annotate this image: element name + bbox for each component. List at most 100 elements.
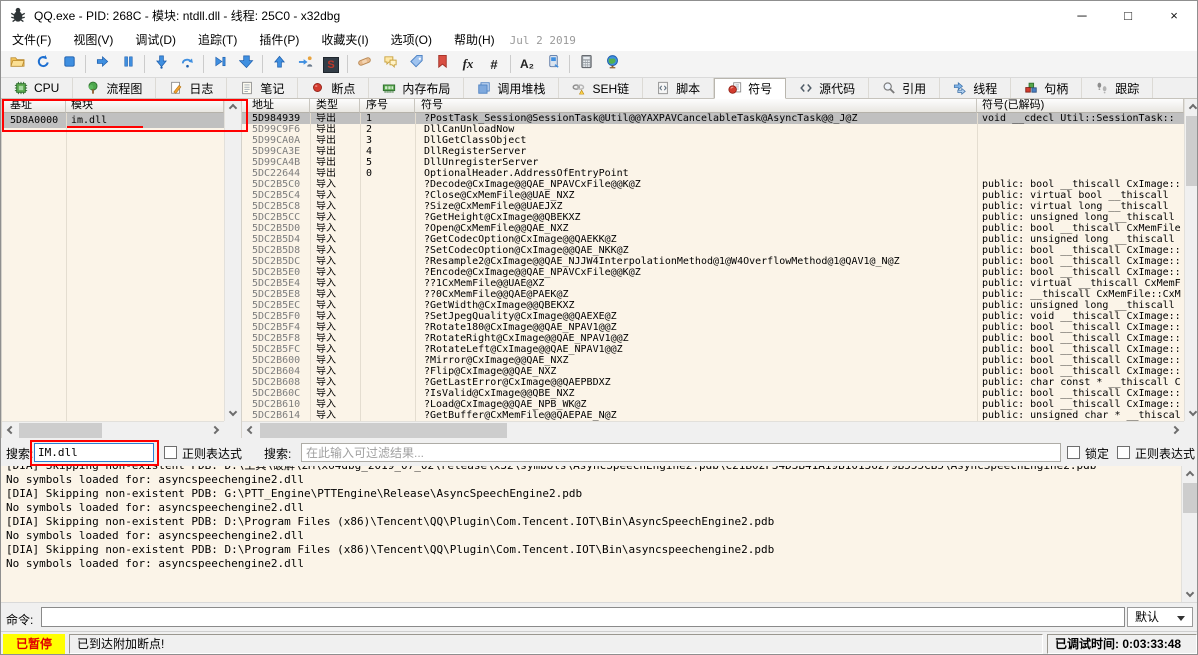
menu-item-5[interactable]: 插件(P)	[248, 30, 310, 50]
symbol-row[interactable]: 5DC2B610导入?Load@CxImage@@QAE_NPB_WK@Zpub…	[242, 399, 1184, 410]
symbol-row[interactable]: 5DC2B600导入?Mirror@CxImage@@QAE_NXZpublic…	[242, 355, 1184, 366]
step-down-button[interactable]	[233, 52, 259, 76]
symbol-row[interactable]: 5DC2B5E8导入??0CxMemFile@@QAE@PAEK@Zpublic…	[242, 289, 1184, 300]
symbol-row[interactable]: 5DC2B5D8导入?SetCodecOption@CxImage@@QAE_N…	[242, 245, 1184, 256]
calculator-button[interactable]	[573, 52, 599, 76]
step-over-button[interactable]	[174, 52, 200, 76]
scrollbar-thumb[interactable]	[1186, 116, 1198, 186]
skip-button[interactable]	[207, 52, 233, 76]
symbol-row[interactable]: 5DC2B5C0导入?Decode@CxImage@@QAE_NPAVCxFil…	[242, 179, 1184, 190]
symbols-column-header[interactable]: 类型	[310, 99, 360, 113]
bookmarks-button[interactable]	[429, 52, 455, 76]
lock-checkbox[interactable]	[1067, 446, 1080, 459]
patches-button[interactable]	[351, 52, 377, 76]
globe-button[interactable]	[599, 52, 625, 76]
scroll-right-button[interactable]	[1168, 422, 1184, 438]
symbol-row[interactable]: 5DC2B5E0导入?Encode@CxImage@@QAE_NPAVCxFil…	[242, 267, 1184, 278]
modules-column-header[interactable]: 模块	[66, 99, 224, 113]
pause-button[interactable]	[115, 52, 141, 76]
log-vertical-scrollbar[interactable]	[1181, 466, 1197, 602]
symbol-row[interactable]: 5DC2B5F8导入?RotateRight@CxImage@@QAE_NPAV…	[242, 333, 1184, 344]
tab-memory-map[interactable]: 内存布局	[369, 78, 464, 98]
tab-trace[interactable]: 跟踪	[1082, 78, 1153, 98]
tab-script[interactable]: 脚本	[643, 78, 714, 98]
symbol-row[interactable]: 5D99CA3E导出4DllRegisterServer	[242, 146, 1184, 157]
tab-graph[interactable]: 流程图	[73, 78, 156, 98]
symbol-row[interactable]: 5DC2B5F0导入?SetJpegQuality@CxImage@@QAEXE…	[242, 311, 1184, 322]
scroll-up-button[interactable]	[1182, 466, 1197, 482]
scroll-down-button[interactable]	[1185, 405, 1198, 421]
filter-input[interactable]	[301, 443, 1061, 462]
symbol-row[interactable]: 5DC2B604导入?Flip@CxImage@@QAE_NXZpublic: …	[242, 366, 1184, 377]
scroll-left-button[interactable]	[2, 422, 18, 438]
scrollbar-thumb[interactable]	[19, 423, 102, 438]
command-input[interactable]	[41, 607, 1125, 627]
title-bar[interactable]: QQ.exe - PID: 268C - 模块: ntdll.dll - 线程:…	[1, 1, 1197, 29]
scrollbar-thumb[interactable]	[1183, 483, 1197, 513]
scylla-plugin-button[interactable]: S	[318, 52, 344, 76]
tab-cpu[interactable]: CPU	[1, 78, 73, 98]
modules-vertical-scrollbar[interactable]	[224, 99, 240, 421]
menu-item-7[interactable]: 选项(O)	[380, 30, 443, 50]
symbol-row[interactable]: 5DC2B5D0导入?Open@CxMemFile@@QAE_NXZpublic…	[242, 223, 1184, 234]
tab-seh[interactable]: SEH链	[559, 78, 643, 98]
scroll-down-button[interactable]	[225, 405, 241, 421]
functions-button[interactable]: fx	[455, 52, 481, 76]
symbol-search-input[interactable]	[34, 443, 154, 462]
symbol-row[interactable]: 5DC2B5D4导入?GetCodecOption@CxImage@@QAEKK…	[242, 234, 1184, 245]
step-into-button[interactable]	[148, 52, 174, 76]
scroll-up-button[interactable]	[1185, 99, 1198, 115]
symbol-row[interactable]: 5DC2B5FC导入?RotateLeft@CxImage@@QAE_NPAV1…	[242, 344, 1184, 355]
hash-button[interactable]: #	[481, 52, 507, 76]
symbols-column-header[interactable]: 符号	[415, 99, 977, 113]
comments-button[interactable]	[377, 52, 403, 76]
regex-checkbox[interactable]	[164, 446, 177, 459]
restart-button[interactable]	[30, 52, 56, 76]
symbol-row[interactable]: 5D99C9F6导出2DllCanUnloadNow	[242, 124, 1184, 135]
tab-notes[interactable]: 笔记	[227, 78, 298, 98]
symbol-row[interactable]: 5DC2B614导入?GetBuffer@CxMemFile@@QAEPAE_N…	[242, 410, 1184, 421]
symbol-row[interactable]: 5DC2B60C导入?IsValid@CxImage@@QBE_NXZpubli…	[242, 388, 1184, 399]
symbol-row[interactable]: 5DC2B5F4导入?Rotate180@CxImage@@QAE_NPAV1@…	[242, 322, 1184, 333]
symbols-column-header[interactable]: 序号	[360, 99, 415, 113]
command-profile-select[interactable]: 默认	[1127, 607, 1193, 627]
menu-item-8[interactable]: 帮助(H)	[443, 30, 506, 50]
close-button[interactable]	[56, 52, 82, 76]
tab-references[interactable]: 引用	[869, 78, 940, 98]
symbols-column-header[interactable]: 符号(已解码)	[977, 99, 1184, 113]
scroll-down-button[interactable]	[1182, 586, 1197, 602]
tab-breakpoints[interactable]: 断点	[298, 78, 369, 98]
run-to-user-code-button[interactable]	[292, 52, 318, 76]
menu-item-4[interactable]: 追踪(T)	[187, 30, 248, 50]
symbols-horizontal-scrollbar[interactable]	[242, 421, 1184, 438]
regex-filter-checkbox[interactable]	[1117, 446, 1130, 459]
maximize-button[interactable]: □	[1105, 1, 1151, 29]
minimize-button[interactable]: ─	[1059, 1, 1105, 29]
symbol-row[interactable]: 5DC2B5EC导入?GetWidth@CxImage@@QBEKXZpubli…	[242, 300, 1184, 311]
symbol-row[interactable]: 5DC2B5C4导入?Close@CxMemFile@@UAE_NXZpubli…	[242, 190, 1184, 201]
scroll-right-button[interactable]	[208, 422, 224, 438]
scrollbar-thumb[interactable]	[260, 423, 507, 438]
execute-till-return-button[interactable]	[266, 52, 292, 76]
symbol-row[interactable]: 5DC2B5E4导入??1CxMemFile@@UAE@XZpublic: vi…	[242, 278, 1184, 289]
close-button[interactable]: ×	[1151, 1, 1197, 29]
symbol-row[interactable]: 5D99CA0A导出3DllGetClassObject	[242, 135, 1184, 146]
module-row[interactable]: 5D8A0000im.dll	[2, 113, 224, 128]
tab-source[interactable]: 源代码	[786, 78, 869, 98]
menu-item-6[interactable]: 收藏夹(I)	[310, 30, 379, 50]
symbols-column-header[interactable]: 地址	[242, 99, 310, 113]
tab-handles[interactable]: 句柄	[1011, 78, 1082, 98]
symbol-row[interactable]: 5DC2B608导入?GetLastError@CxImage@@QAEPBDX…	[242, 377, 1184, 388]
symbol-row[interactable]: 5D99CA4B导出5DllUnregisterServer	[242, 157, 1184, 168]
symbol-row[interactable]: 5DC2B5CC导入?GetHeight@CxImage@@QBEKXZpubl…	[242, 212, 1184, 223]
font-button[interactable]: A₂	[514, 52, 540, 76]
log-panel[interactable]: [DIA] Skipping non-existent PDB: D:\工具\破…	[1, 466, 1197, 602]
tab-call-stack[interactable]: 调用堆栈	[464, 78, 559, 98]
device-button[interactable]	[540, 52, 566, 76]
symbols-vertical-scrollbar[interactable]	[1184, 99, 1198, 421]
run-button[interactable]	[89, 52, 115, 76]
tab-threads[interactable]: 线程	[940, 78, 1011, 98]
menu-item-1[interactable]: 文件(F)	[1, 30, 62, 50]
scroll-up-button[interactable]	[225, 99, 241, 115]
labels-button[interactable]	[403, 52, 429, 76]
